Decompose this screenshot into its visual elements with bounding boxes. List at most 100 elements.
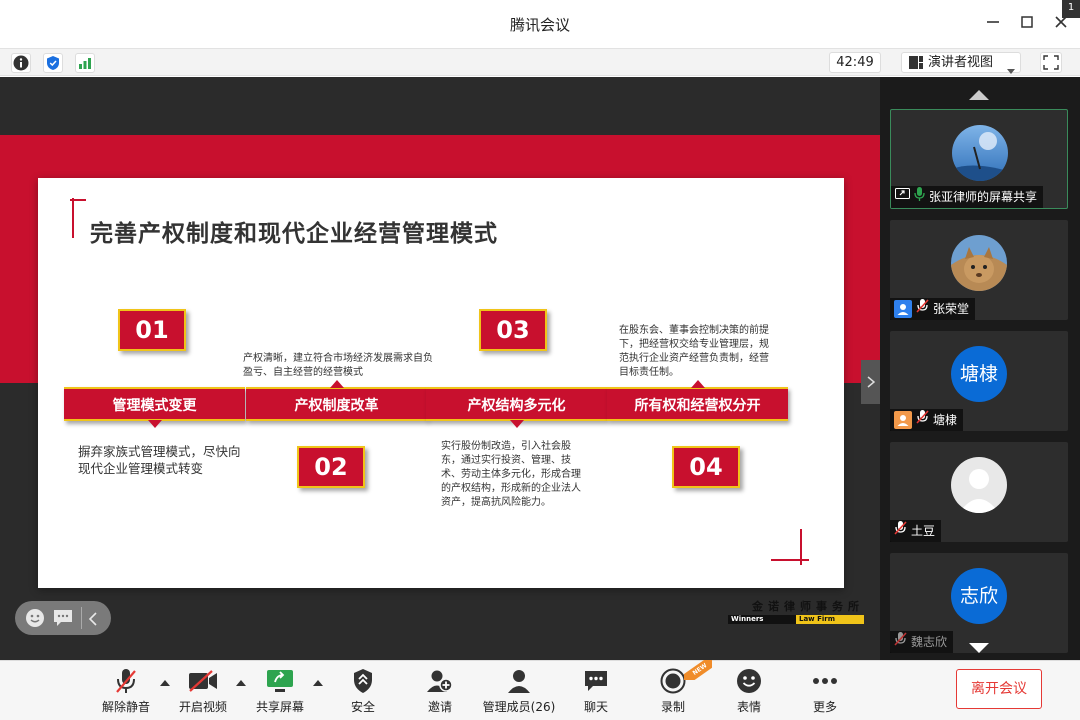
participant-tile[interactable]: 张亚律师的屏幕共享 [890, 109, 1068, 209]
start-video-label: 开启视频 [178, 700, 227, 714]
avatar: 志欣 [951, 568, 1007, 624]
unmute-button[interactable]: 解除静音 [94, 667, 158, 717]
unmute-label: 解除静音 [101, 700, 150, 714]
participant-name: 魏志欣 [911, 635, 948, 649]
mic-muted-icon [894, 631, 907, 653]
share-options-caret-icon[interactable] [313, 680, 323, 686]
more-button[interactable]: 更多 [793, 667, 857, 717]
participant-tile[interactable]: 土豆 [890, 442, 1068, 542]
participant-name-tag: 张荣堂 [890, 298, 976, 320]
participant-tile[interactable]: 塘棣 塘棣 [890, 331, 1068, 431]
step-description-03: 实行股份制改造，引入社会股东，通过实行投资、管理、技术、劳动主体多元化，形成合理… [441, 441, 581, 508]
invite-button[interactable]: 邀请 [408, 667, 472, 717]
manage-members-label: 管理成员(26) [482, 700, 556, 714]
ribbon-pointer [329, 380, 344, 388]
title-corner-mark [70, 198, 86, 238]
fullscreen-button[interactable] [1040, 52, 1062, 73]
participant-name-tag: 张亚律师的屏幕共享 [891, 186, 1044, 208]
title-bar: 腾讯会议 1 [0, 0, 1080, 48]
avatar: 塘棣 [951, 346, 1007, 402]
meeting-toolbar: 解除静音 开启视频 共享屏幕 安全 邀请 管理成员(26) 聊天 录制 表情 更… [0, 660, 1080, 720]
floating-chat-bar[interactable] [15, 601, 111, 635]
info-icon[interactable] [11, 53, 31, 73]
emoji-icon[interactable] [25, 608, 45, 632]
invite-label: 邀请 [427, 700, 452, 714]
bottom-corner-mark [771, 529, 809, 565]
meeting-timer: 42:49 [829, 52, 881, 73]
add-user-icon [408, 667, 472, 695]
new-feature-badge: NEW [684, 660, 712, 680]
user-role-icon [894, 300, 912, 318]
step-description-01: 摒弃家族式管理模式，尽快向现代企业管理模式转变 [78, 444, 241, 476]
participant-name: 张亚律师的屏幕共享 [929, 190, 1038, 204]
new-badge-text: NEW [684, 660, 712, 680]
more-label: 更多 [812, 700, 837, 714]
step-label-01-text: 管理模式变更 [112, 398, 197, 414]
security-button[interactable]: 安全 [331, 667, 395, 717]
view-mode-select[interactable]: 演讲者视图 [901, 52, 1021, 75]
participant-tile[interactable]: 志欣 魏志欣 [890, 553, 1068, 653]
gallery-down-arrow-icon[interactable] [969, 643, 989, 653]
video-options-caret-icon[interactable] [236, 680, 246, 686]
ribbon-pointer [147, 420, 162, 428]
audio-options-caret-icon[interactable] [160, 680, 170, 686]
network-signal-icon[interactable] [75, 53, 95, 73]
participant-gallery: 张亚律师的屏幕共享 张荣堂 塘棣 塘棣 土豆 志欣 魏志欣 [880, 77, 1080, 660]
divider [81, 607, 82, 629]
user-role-icon [894, 411, 912, 429]
participant-name: 塘棣 [933, 413, 958, 427]
avatar [951, 457, 1007, 513]
share-screen-button[interactable]: 共享屏幕 [248, 667, 312, 717]
participant-name: 张荣堂 [933, 302, 970, 316]
avatar [952, 125, 1008, 181]
collapse-gallery-button[interactable] [861, 360, 880, 404]
share-screen-icon [248, 667, 312, 695]
security-shield-icon [331, 667, 395, 695]
mic-muted-icon [94, 667, 158, 695]
encryption-shield-icon[interactable] [43, 53, 63, 73]
record-label: 录制 [660, 700, 685, 714]
chat-label: 聊天 [583, 700, 608, 714]
mic-muted-icon [894, 520, 907, 542]
layout-icon [909, 56, 923, 75]
ribbon-pointer [690, 380, 705, 388]
start-video-button[interactable]: 开启视频 [171, 667, 235, 717]
slide-title: 完善产权制度和现代企业经营管理模式 [90, 221, 498, 247]
mic-on-icon [914, 186, 925, 208]
presentation-slide: 完善产权制度和现代企业经营管理模式 01 02 03 04 管理模式变更 产权制… [38, 178, 844, 588]
step-number-02: 02 [297, 446, 365, 488]
chevron-left-icon[interactable] [88, 611, 98, 630]
step-label-02: 产权制度改革 [246, 380, 427, 421]
participant-name-tag: 魏志欣 [890, 631, 954, 653]
mic-muted-icon [916, 409, 929, 431]
gallery-up-arrow-icon[interactable] [969, 90, 989, 100]
screen-share-icon [895, 186, 910, 208]
participant-tile[interactable]: 张荣堂 [890, 220, 1068, 320]
step-description-02: 产权清晰，建立符合市场经济发展需求自负盈亏、自主经营的经营模式 [243, 353, 433, 378]
shared-screen: 完善产权制度和现代企业经营管理模式 01 02 03 04 管理模式变更 产权制… [0, 77, 880, 660]
avatar [951, 235, 1007, 291]
law-firm-logo: 金诺律师事务所 Winners Law Firm [728, 598, 864, 624]
minimize-button[interactable] [981, 12, 1005, 36]
reactions-button[interactable]: 表情 [717, 667, 781, 717]
chat-icon [564, 667, 628, 695]
participant-name-tag: 塘棣 [890, 409, 964, 431]
status-bar: 42:49 演讲者视图 [0, 48, 1080, 76]
step-number-04: 04 [672, 446, 740, 488]
share-screen-label: 共享屏幕 [255, 700, 304, 714]
maximize-button[interactable] [1015, 12, 1039, 36]
window-title: 腾讯会议 [509, 16, 570, 34]
step-number-01: 01 [118, 309, 186, 351]
leave-meeting-button[interactable]: 离开会议 [956, 669, 1042, 709]
security-label: 安全 [350, 700, 375, 714]
manage-members-button[interactable]: 管理成员(26) [480, 667, 558, 717]
reactions-label: 表情 [736, 700, 761, 714]
mic-muted-icon [916, 298, 929, 320]
chevron-right-icon [867, 376, 875, 388]
participant-name: 土豆 [911, 524, 936, 538]
law-firm-name-en-right: Law Firm [796, 615, 864, 624]
step-label-03-text: 产权结构多元化 [467, 398, 566, 414]
camera-off-icon [171, 667, 235, 695]
chat-button[interactable]: 聊天 [564, 667, 628, 717]
chat-bubble-icon[interactable] [53, 609, 73, 631]
